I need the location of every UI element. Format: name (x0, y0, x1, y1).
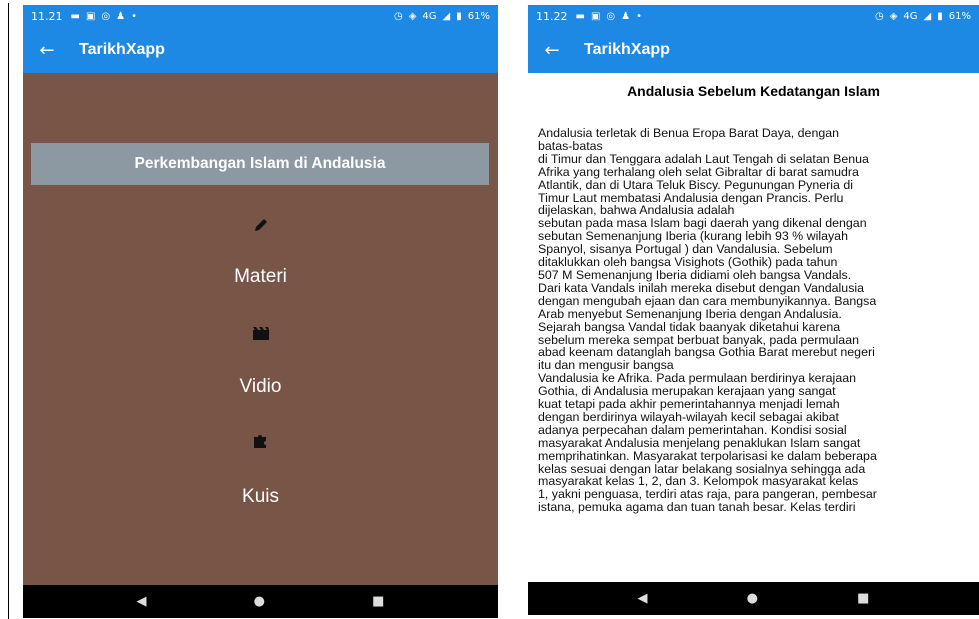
topic-banner: Perkembangan Islam di Andalusia (31, 143, 489, 185)
notification-icon: ▣ (85, 10, 96, 22)
back-nav-icon[interactable]: ◀ (137, 594, 147, 609)
menu-item-kuis[interactable]: Kuis (23, 486, 498, 508)
status-bar: 11.21 ▬ ▣ ◎ ♟ • ◷ ◈ 4G ◢ ▮ 61% (23, 5, 498, 27)
vibrate-icon: ◈ (408, 10, 417, 22)
app-title: TarikhXapp (79, 41, 165, 58)
dot-icon: • (131, 10, 138, 22)
network-label: 4G (903, 10, 918, 22)
message-icon: ▬ (70, 10, 80, 22)
message-icon: ▬ (575, 10, 585, 22)
dot-icon: • (636, 10, 643, 22)
back-arrow-icon[interactable]: ← (532, 40, 572, 61)
puzzle-icon[interactable] (23, 431, 498, 454)
battery-percent: 61% (948, 10, 971, 22)
article-title: Andalusia Sebelum Kedatangan Islam (627, 83, 880, 99)
vibrate-icon: ◈ (889, 10, 898, 22)
status-time: 11.21 (31, 9, 63, 23)
pencil-icon[interactable] (23, 217, 498, 238)
alarm-icon: ◷ (393, 10, 403, 22)
back-nav-icon[interactable]: ◀ (638, 591, 648, 606)
network-label: 4G (422, 10, 437, 22)
recents-nav-icon[interactable]: ■ (372, 594, 384, 609)
menu-item-vidio[interactable]: Vidio (23, 376, 498, 398)
signal-icon: ◢ (923, 10, 932, 22)
menu-screen: 11.21 ▬ ▣ ◎ ♟ • ◷ ◈ 4G ◢ ▮ 61% ← TarikhX… (23, 5, 498, 618)
article-screen: 11.22 ▬ ▣ ◎ ♟ • ◷ ◈ 4G ◢ ▮ 61% ← TarikhX… (528, 5, 979, 615)
navigation-bar: ◀ ● ■ (528, 582, 979, 615)
home-nav-icon[interactable]: ● (747, 591, 758, 606)
battery-percent: 61% (467, 10, 490, 22)
left-border (8, 3, 9, 619)
status-time: 11.22 (536, 9, 568, 23)
navigation-bar: ◀ ● ■ (23, 585, 498, 618)
article-body: Andalusia terletak di Benua Eropa Barat … (538, 127, 877, 515)
person-icon: ♟ (116, 10, 126, 22)
menu-item-materi[interactable]: Materi (23, 266, 498, 288)
notification-icon: ▣ (590, 10, 601, 22)
alarm-icon: ◷ (874, 10, 884, 22)
instagram-icon: ◎ (606, 10, 616, 22)
home-nav-icon[interactable]: ● (254, 594, 265, 609)
person-icon: ♟ (621, 10, 631, 22)
battery-icon: ▮ (456, 10, 462, 22)
app-bar: ← TarikhXapp (23, 27, 498, 73)
app-bar: ← TarikhXapp (528, 27, 979, 73)
film-icon[interactable] (23, 325, 498, 346)
back-arrow-icon[interactable]: ← (27, 40, 67, 61)
status-bar: 11.22 ▬ ▣ ◎ ♟ • ◷ ◈ 4G ◢ ▮ 61% (528, 5, 979, 27)
instagram-icon: ◎ (101, 10, 111, 22)
signal-icon: ◢ (442, 10, 451, 22)
recents-nav-icon[interactable]: ■ (857, 591, 869, 606)
app-title: TarikhXapp (584, 41, 670, 58)
battery-icon: ▮ (937, 10, 943, 22)
